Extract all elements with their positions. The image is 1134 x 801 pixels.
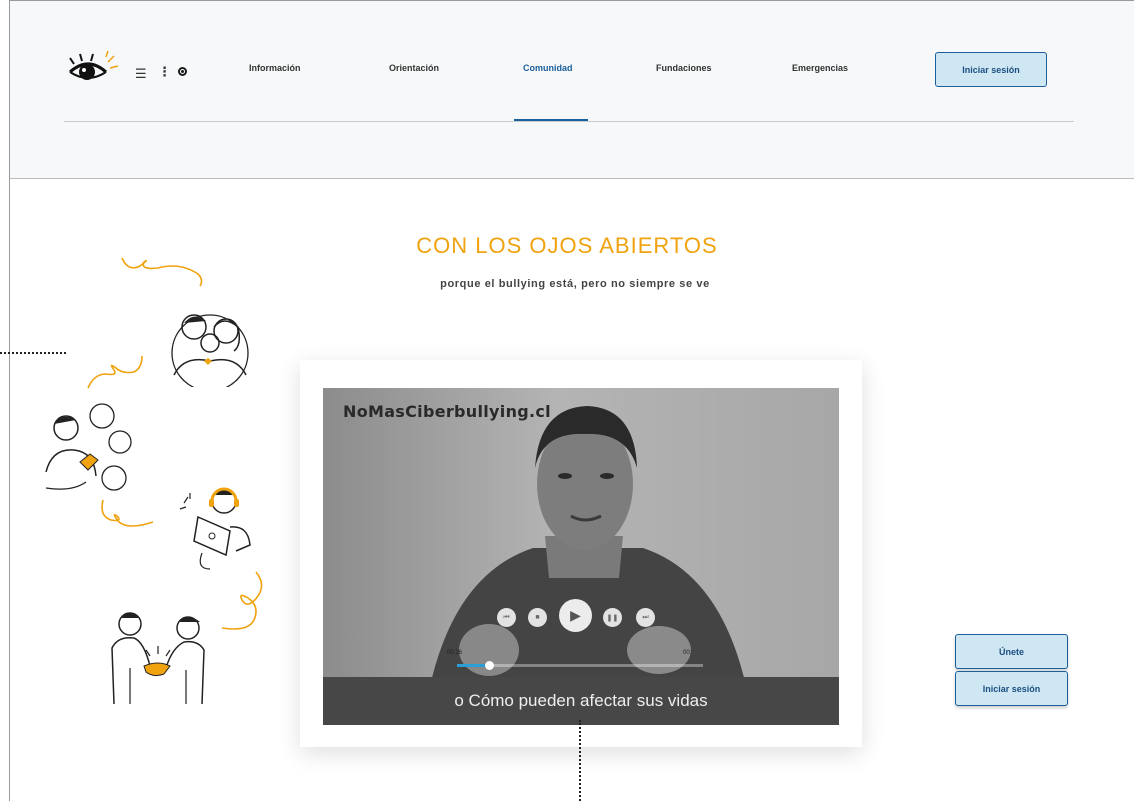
site-header [10, 1, 1134, 179]
side-login-button[interactable]: Iniciar sesión [955, 671, 1068, 706]
skip-back-icon[interactable]: ⏮ [497, 608, 516, 627]
eye-logo-icon[interactable] [66, 50, 122, 90]
search-icon[interactable] [178, 67, 187, 76]
nav-divider [64, 121, 1074, 122]
video-player[interactable]: NoMasCiberbullying.cl ⏮ ■ ▶ ❚❚ ⏭ 00:16 0… [323, 388, 839, 725]
nav-item-emergencias[interactable]: Emergencias [792, 63, 848, 73]
squiggle-decoration-icon [101, 499, 154, 527]
video-frame-person [323, 388, 839, 725]
squiggle-decoration-icon [221, 571, 263, 630]
play-icon[interactable]: ▶ [559, 599, 592, 632]
nav-item-informacion[interactable]: Información [249, 63, 301, 73]
person-talking-icon [45, 403, 132, 491]
current-time: 00:16 [447, 650, 463, 656]
squiggle-decoration-icon [121, 257, 203, 287]
dotted-guide-horizontal [0, 352, 66, 354]
active-nav-indicator [514, 119, 588, 121]
nav-item-fundaciones[interactable]: Fundaciones [656, 63, 712, 73]
menu-icon[interactable]: ☰ [135, 66, 147, 82]
video-watermark: NoMasCiberbullying.cl [343, 402, 551, 421]
nav-item-comunidad[interactable]: Comunidad [523, 63, 573, 73]
person-laptop-headphones-icon [179, 487, 251, 570]
family-hug-icon [171, 314, 249, 387]
join-button[interactable]: Únete [955, 634, 1068, 669]
subtitle-text: o Cómo pueden afectar sus vidas [454, 691, 708, 710]
video-progress-bar[interactable] [457, 661, 703, 670]
video-progress-handle[interactable] [484, 661, 494, 670]
handshake-icon [111, 612, 205, 705]
pause-icon[interactable]: ❚❚ [603, 608, 622, 627]
header-login-button[interactable]: Iniciar sesión [935, 52, 1047, 87]
nav-item-orientacion[interactable]: Orientación [389, 63, 439, 73]
total-time: 00: [683, 650, 692, 656]
subtitle-bar: o Cómo pueden afectar sus vidas [323, 677, 839, 725]
squiggle-decoration-icon [87, 355, 143, 389]
skip-forward-icon[interactable]: ⏭ [636, 608, 655, 627]
dotted-guide-vertical [579, 720, 581, 801]
stop-icon[interactable]: ■ [528, 608, 547, 627]
more-options-icon[interactable]: ⋮ [158, 64, 171, 80]
